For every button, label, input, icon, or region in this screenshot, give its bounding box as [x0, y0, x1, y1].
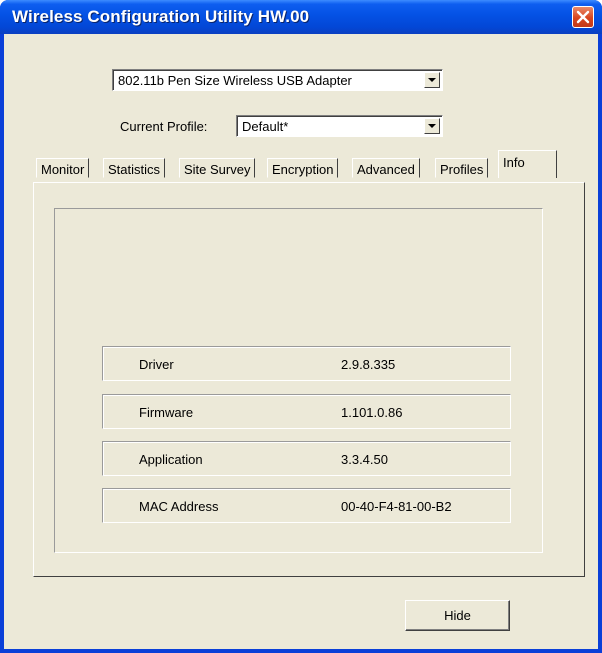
adapter-select[interactable]: 802.11b Pen Size Wireless USB Adapter: [112, 69, 443, 91]
tab-advanced[interactable]: Advanced: [352, 158, 420, 178]
close-button[interactable]: [572, 6, 594, 28]
tab-statistics-label: Statistics: [108, 162, 161, 177]
application-value: 3.3.4.50: [341, 452, 388, 467]
profile-dropdown-button[interactable]: [424, 118, 440, 134]
mac-address-label: MAC Address: [139, 499, 219, 514]
hide-button[interactable]: Hide: [405, 600, 510, 631]
current-profile-label: Current Profile:: [120, 119, 208, 134]
tab-info-label: Info: [503, 155, 525, 170]
info-row-mac-address: MAC Address 00-40-F4-81-00-B2: [102, 488, 511, 523]
info-row-application: Application 3.3.4.50: [102, 441, 511, 476]
mac-address-value: 00-40-F4-81-00-B2: [341, 499, 452, 514]
tab-info[interactable]: Info: [498, 150, 557, 178]
profile-select-value: Default*: [242, 119, 289, 134]
tab-monitor[interactable]: Monitor: [36, 158, 90, 178]
firmware-label: Firmware: [139, 405, 194, 420]
tab-statistics[interactable]: Statistics: [103, 158, 166, 178]
tab-profiles[interactable]: Profiles: [435, 158, 489, 178]
window-title: Wireless Configuration Utility HW.00: [12, 7, 310, 26]
tab-encryption[interactable]: Encryption: [267, 158, 339, 178]
tab-profiles-label: Profiles: [440, 162, 484, 177]
info-row-firmware: Firmware 1.101.0.86: [102, 394, 511, 429]
adapter-dropdown-button[interactable]: [424, 72, 440, 88]
title-bar[interactable]: Wireless Configuration Utility HW.00: [0, 0, 602, 34]
chevron-down-icon: [428, 124, 436, 128]
profile-select[interactable]: Default*: [236, 115, 443, 137]
tab-encryption-label: Encryption: [272, 162, 334, 177]
driver-value: 2.9.8.335: [341, 357, 396, 372]
tab-monitor-label: Monitor: [41, 162, 85, 177]
application-label: Application: [139, 452, 203, 467]
firmware-value: 1.101.0.86: [341, 405, 403, 420]
tab-advanced-label: Advanced: [357, 162, 415, 177]
close-icon: [576, 10, 590, 24]
info-row-driver: Driver 2.9.8.335: [102, 346, 511, 381]
tab-site-survey-label: Site Survey: [184, 162, 251, 177]
chevron-down-icon: [428, 78, 436, 82]
driver-label: Driver: [139, 357, 174, 372]
adapter-select-value: 802.11b Pen Size Wireless USB Adapter: [118, 73, 352, 88]
tab-site-survey[interactable]: Site Survey: [179, 158, 256, 178]
